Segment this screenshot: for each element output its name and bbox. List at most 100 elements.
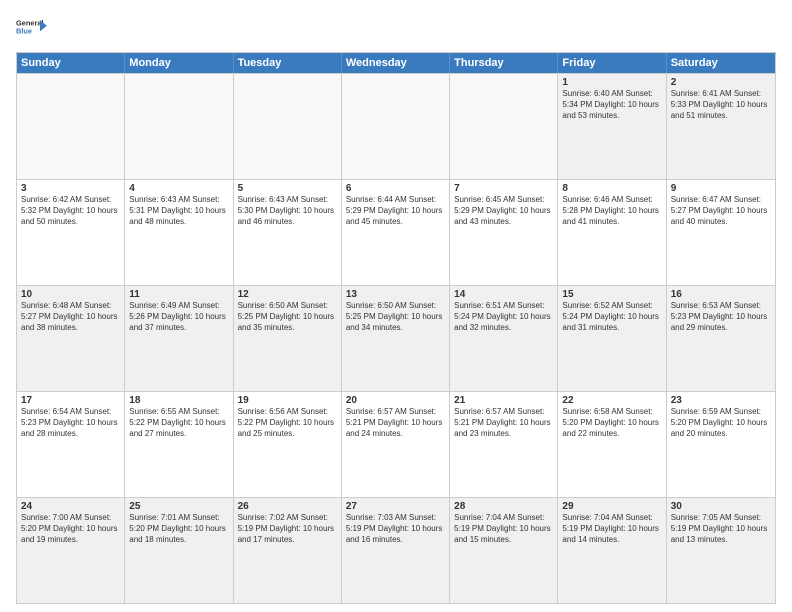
cell-data: Sunrise: 6:57 AM Sunset: 5:21 PM Dayligh… [454, 407, 553, 439]
calendar-week-4: 17Sunrise: 6:54 AM Sunset: 5:23 PM Dayli… [17, 391, 775, 497]
calendar-cell: 14Sunrise: 6:51 AM Sunset: 5:24 PM Dayli… [450, 286, 558, 391]
day-number: 19 [238, 395, 337, 406]
calendar: SundayMondayTuesdayWednesdayThursdayFrid… [16, 52, 776, 604]
cell-data: Sunrise: 6:56 AM Sunset: 5:22 PM Dayligh… [238, 407, 337, 439]
calendar-cell: 11Sunrise: 6:49 AM Sunset: 5:26 PM Dayli… [125, 286, 233, 391]
day-number: 21 [454, 395, 553, 406]
cell-data: Sunrise: 6:50 AM Sunset: 5:25 PM Dayligh… [238, 301, 337, 333]
cell-data: Sunrise: 6:46 AM Sunset: 5:28 PM Dayligh… [562, 195, 661, 227]
cell-data: Sunrise: 6:43 AM Sunset: 5:30 PM Dayligh… [238, 195, 337, 227]
day-number: 26 [238, 501, 337, 512]
cell-data: Sunrise: 7:00 AM Sunset: 5:20 PM Dayligh… [21, 513, 120, 545]
day-number: 28 [454, 501, 553, 512]
day-number: 11 [129, 289, 228, 300]
cell-data: Sunrise: 6:58 AM Sunset: 5:20 PM Dayligh… [562, 407, 661, 439]
cell-data: Sunrise: 6:42 AM Sunset: 5:32 PM Dayligh… [21, 195, 120, 227]
calendar-cell: 23Sunrise: 6:59 AM Sunset: 5:20 PM Dayli… [667, 392, 775, 497]
day-number: 15 [562, 289, 661, 300]
calendar-cell: 8Sunrise: 6:46 AM Sunset: 5:28 PM Daylig… [558, 180, 666, 285]
calendar-cell: 24Sunrise: 7:00 AM Sunset: 5:20 PM Dayli… [17, 498, 125, 603]
day-number: 27 [346, 501, 445, 512]
logo: GeneralBlue [16, 12, 48, 44]
cell-data: Sunrise: 6:51 AM Sunset: 5:24 PM Dayligh… [454, 301, 553, 333]
calendar-cell: 19Sunrise: 6:56 AM Sunset: 5:22 PM Dayli… [234, 392, 342, 497]
calendar-body: 1Sunrise: 6:40 AM Sunset: 5:34 PM Daylig… [17, 73, 775, 603]
calendar-header-row: SundayMondayTuesdayWednesdayThursdayFrid… [17, 53, 775, 73]
cell-data: Sunrise: 6:43 AM Sunset: 5:31 PM Dayligh… [129, 195, 228, 227]
calendar-cell [125, 74, 233, 179]
calendar-cell: 28Sunrise: 7:04 AM Sunset: 5:19 PM Dayli… [450, 498, 558, 603]
day-number: 29 [562, 501, 661, 512]
calendar-cell: 1Sunrise: 6:40 AM Sunset: 5:34 PM Daylig… [558, 74, 666, 179]
calendar-cell: 17Sunrise: 6:54 AM Sunset: 5:23 PM Dayli… [17, 392, 125, 497]
calendar-cell: 13Sunrise: 6:50 AM Sunset: 5:25 PM Dayli… [342, 286, 450, 391]
calendar-cell [450, 74, 558, 179]
calendar-cell: 18Sunrise: 6:55 AM Sunset: 5:22 PM Dayli… [125, 392, 233, 497]
day-number: 7 [454, 183, 553, 194]
day-number: 25 [129, 501, 228, 512]
calendar-cell: 7Sunrise: 6:45 AM Sunset: 5:29 PM Daylig… [450, 180, 558, 285]
calendar-week-5: 24Sunrise: 7:00 AM Sunset: 5:20 PM Dayli… [17, 497, 775, 603]
cell-data: Sunrise: 6:48 AM Sunset: 5:27 PM Dayligh… [21, 301, 120, 333]
calendar-week-1: 1Sunrise: 6:40 AM Sunset: 5:34 PM Daylig… [17, 73, 775, 179]
day-number: 5 [238, 183, 337, 194]
cell-data: Sunrise: 7:03 AM Sunset: 5:19 PM Dayligh… [346, 513, 445, 545]
calendar-cell: 6Sunrise: 6:44 AM Sunset: 5:29 PM Daylig… [342, 180, 450, 285]
calendar-week-2: 3Sunrise: 6:42 AM Sunset: 5:32 PM Daylig… [17, 179, 775, 285]
cell-data: Sunrise: 6:47 AM Sunset: 5:27 PM Dayligh… [671, 195, 771, 227]
calendar-cell: 2Sunrise: 6:41 AM Sunset: 5:33 PM Daylig… [667, 74, 775, 179]
day-number: 2 [671, 77, 771, 88]
day-number: 8 [562, 183, 661, 194]
calendar-cell: 21Sunrise: 6:57 AM Sunset: 5:21 PM Dayli… [450, 392, 558, 497]
cell-data: Sunrise: 6:55 AM Sunset: 5:22 PM Dayligh… [129, 407, 228, 439]
calendar-cell [17, 74, 125, 179]
day-number: 14 [454, 289, 553, 300]
day-number: 3 [21, 183, 120, 194]
cal-header-thursday: Thursday [450, 53, 558, 73]
cell-data: Sunrise: 6:49 AM Sunset: 5:26 PM Dayligh… [129, 301, 228, 333]
cell-data: Sunrise: 6:44 AM Sunset: 5:29 PM Dayligh… [346, 195, 445, 227]
day-number: 23 [671, 395, 771, 406]
calendar-cell [342, 74, 450, 179]
day-number: 12 [238, 289, 337, 300]
calendar-cell: 27Sunrise: 7:03 AM Sunset: 5:19 PM Dayli… [342, 498, 450, 603]
cell-data: Sunrise: 6:53 AM Sunset: 5:23 PM Dayligh… [671, 301, 771, 333]
cell-data: Sunrise: 7:02 AM Sunset: 5:19 PM Dayligh… [238, 513, 337, 545]
cal-header-wednesday: Wednesday [342, 53, 450, 73]
cell-data: Sunrise: 6:59 AM Sunset: 5:20 PM Dayligh… [671, 407, 771, 439]
cell-data: Sunrise: 6:40 AM Sunset: 5:34 PM Dayligh… [562, 89, 661, 121]
day-number: 10 [21, 289, 120, 300]
calendar-cell: 9Sunrise: 6:47 AM Sunset: 5:27 PM Daylig… [667, 180, 775, 285]
calendar-cell: 25Sunrise: 7:01 AM Sunset: 5:20 PM Dayli… [125, 498, 233, 603]
cell-data: Sunrise: 6:52 AM Sunset: 5:24 PM Dayligh… [562, 301, 661, 333]
calendar-cell: 22Sunrise: 6:58 AM Sunset: 5:20 PM Dayli… [558, 392, 666, 497]
calendar-cell: 3Sunrise: 6:42 AM Sunset: 5:32 PM Daylig… [17, 180, 125, 285]
calendar-cell: 5Sunrise: 6:43 AM Sunset: 5:30 PM Daylig… [234, 180, 342, 285]
day-number: 18 [129, 395, 228, 406]
logo-icon: GeneralBlue [16, 12, 48, 44]
calendar-cell: 30Sunrise: 7:05 AM Sunset: 5:19 PM Dayli… [667, 498, 775, 603]
cell-data: Sunrise: 6:50 AM Sunset: 5:25 PM Dayligh… [346, 301, 445, 333]
calendar-cell: 16Sunrise: 6:53 AM Sunset: 5:23 PM Dayli… [667, 286, 775, 391]
cell-data: Sunrise: 7:01 AM Sunset: 5:20 PM Dayligh… [129, 513, 228, 545]
day-number: 20 [346, 395, 445, 406]
day-number: 16 [671, 289, 771, 300]
calendar-cell: 15Sunrise: 6:52 AM Sunset: 5:24 PM Dayli… [558, 286, 666, 391]
calendar-cell [234, 74, 342, 179]
day-number: 6 [346, 183, 445, 194]
calendar-cell: 10Sunrise: 6:48 AM Sunset: 5:27 PM Dayli… [17, 286, 125, 391]
calendar-cell: 20Sunrise: 6:57 AM Sunset: 5:21 PM Dayli… [342, 392, 450, 497]
calendar-week-3: 10Sunrise: 6:48 AM Sunset: 5:27 PM Dayli… [17, 285, 775, 391]
svg-text:Blue: Blue [16, 27, 32, 36]
cell-data: Sunrise: 6:57 AM Sunset: 5:21 PM Dayligh… [346, 407, 445, 439]
cell-data: Sunrise: 7:04 AM Sunset: 5:19 PM Dayligh… [454, 513, 553, 545]
header: GeneralBlue [16, 12, 776, 44]
calendar-cell: 4Sunrise: 6:43 AM Sunset: 5:31 PM Daylig… [125, 180, 233, 285]
cell-data: Sunrise: 7:04 AM Sunset: 5:19 PM Dayligh… [562, 513, 661, 545]
calendar-cell: 12Sunrise: 6:50 AM Sunset: 5:25 PM Dayli… [234, 286, 342, 391]
day-number: 1 [562, 77, 661, 88]
cal-header-tuesday: Tuesday [234, 53, 342, 73]
cell-data: Sunrise: 6:41 AM Sunset: 5:33 PM Dayligh… [671, 89, 771, 121]
day-number: 17 [21, 395, 120, 406]
cal-header-sunday: Sunday [17, 53, 125, 73]
